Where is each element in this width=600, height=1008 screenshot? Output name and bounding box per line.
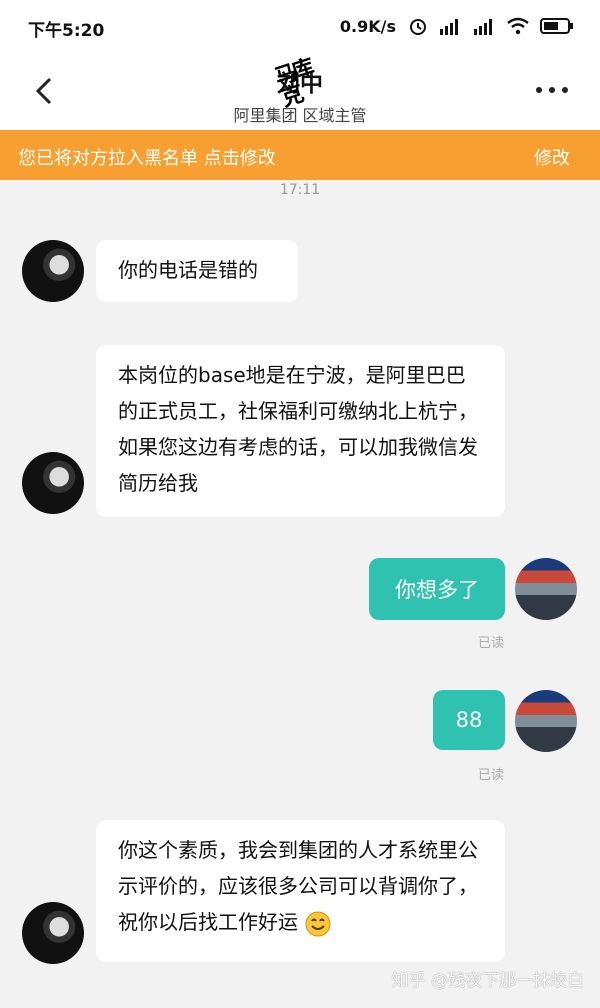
message-timestamp: 17:11 [279,182,321,198]
smile-emoji-icon [305,911,331,936]
status-icons: 0.9K/s [340,16,574,36]
my-avatar[interactable] [515,558,577,620]
status-bar: 下午5:20 0.9K/s [0,0,600,52]
message-bubble: 你的电话是错的 [96,240,298,302]
contact-avatar[interactable] [22,240,84,302]
status-time: 下午5:20 [28,21,105,41]
message-bubble: 本岗位的base地是在宁波，是阿里巴巴的正式员工，社保福利可缴纳北上杭宁，如果您… [96,345,505,517]
message-text: 88 [455,708,483,732]
sent-message-bubble: 88 [433,690,505,750]
battery-icon [540,18,573,34]
message-text: 你想多了 [395,578,479,602]
signal-hd-icon [440,19,458,35]
sent-message-bubble: 你想多了 [369,558,505,620]
more-options-button[interactable] [534,80,570,100]
banner-edit-link[interactable]: 修改 [534,144,570,170]
read-receipt: 已读 [478,768,505,783]
contact-avatar[interactable] [22,452,84,514]
blacklist-banner[interactable]: 您已将对方拉入黑名单 点击修改 修改 [0,130,600,180]
message-text: 本岗位的base地是在宁波，是阿里巴巴的正式员工，社保福利可缴纳北上杭宁，如果您… [118,363,478,495]
contact-avatar[interactable] [22,902,84,964]
alarm-icon [410,19,426,35]
my-avatar[interactable] [515,690,577,752]
signal-hd-icon [474,19,492,35]
wifi-icon [507,17,529,35]
banner-text: 您已将对方拉入黑名单 点击修改 [18,148,276,169]
message-text: 你这个素质，我会到集团的人才系统里公示评价的，应该很多公司可以背调你了，祝你以后… [118,838,478,934]
footer-watermark: 知乎 @残夜下那一抹皎白 [391,971,584,991]
network-speed: 0.9K/s [339,16,396,36]
read-receipt: 已读 [478,636,505,651]
message-bubble: 你这个素质，我会到集团的人才系统里公示评价的，应该很多公司可以背调你了，祝你以后… [96,820,505,962]
message-text: 你的电话是错的 [118,258,258,282]
